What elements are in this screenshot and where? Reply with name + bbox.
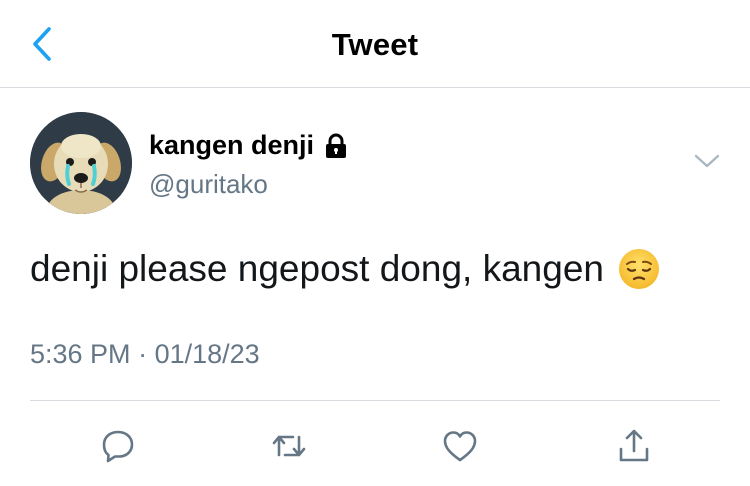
divider xyxy=(30,400,720,401)
pensive-face-emoji-icon xyxy=(618,249,659,289)
lock-icon xyxy=(326,133,347,158)
tweet-time: 5:36 PM xyxy=(30,339,131,369)
share-icon xyxy=(619,429,649,462)
user-handle[interactable]: @guritako xyxy=(149,169,268,200)
tweet-date: 01/18/23 xyxy=(154,339,260,369)
chevron-down-icon xyxy=(694,154,720,168)
tweet-header: kangen denji @guritako xyxy=(30,112,730,216)
tweet-text: denji please ngepost dong, kangen xyxy=(30,248,604,289)
retweet-button[interactable] xyxy=(267,424,311,468)
display-name-text: kangen denji xyxy=(149,130,315,160)
like-button[interactable] xyxy=(438,424,482,468)
retweet-icon xyxy=(272,435,306,457)
tweet-actions xyxy=(0,420,750,470)
tweet-timestamp: 5:36 PM · 01/18/23 xyxy=(30,339,260,370)
heart-icon xyxy=(443,431,477,462)
page-title: Tweet xyxy=(331,27,419,62)
reply-icon xyxy=(102,430,134,463)
timestamp-separator: · xyxy=(138,339,148,369)
tweet-body: denji please ngepost dong, kangen xyxy=(30,248,660,290)
puppy-avatar-image xyxy=(30,112,132,214)
more-options-button[interactable] xyxy=(692,150,722,172)
display-name[interactable]: kangen denji xyxy=(149,130,348,161)
avatar[interactable] xyxy=(30,112,132,214)
share-button[interactable] xyxy=(612,424,656,468)
navigation-bar: Tweet xyxy=(0,0,750,88)
reply-button[interactable] xyxy=(96,424,140,468)
